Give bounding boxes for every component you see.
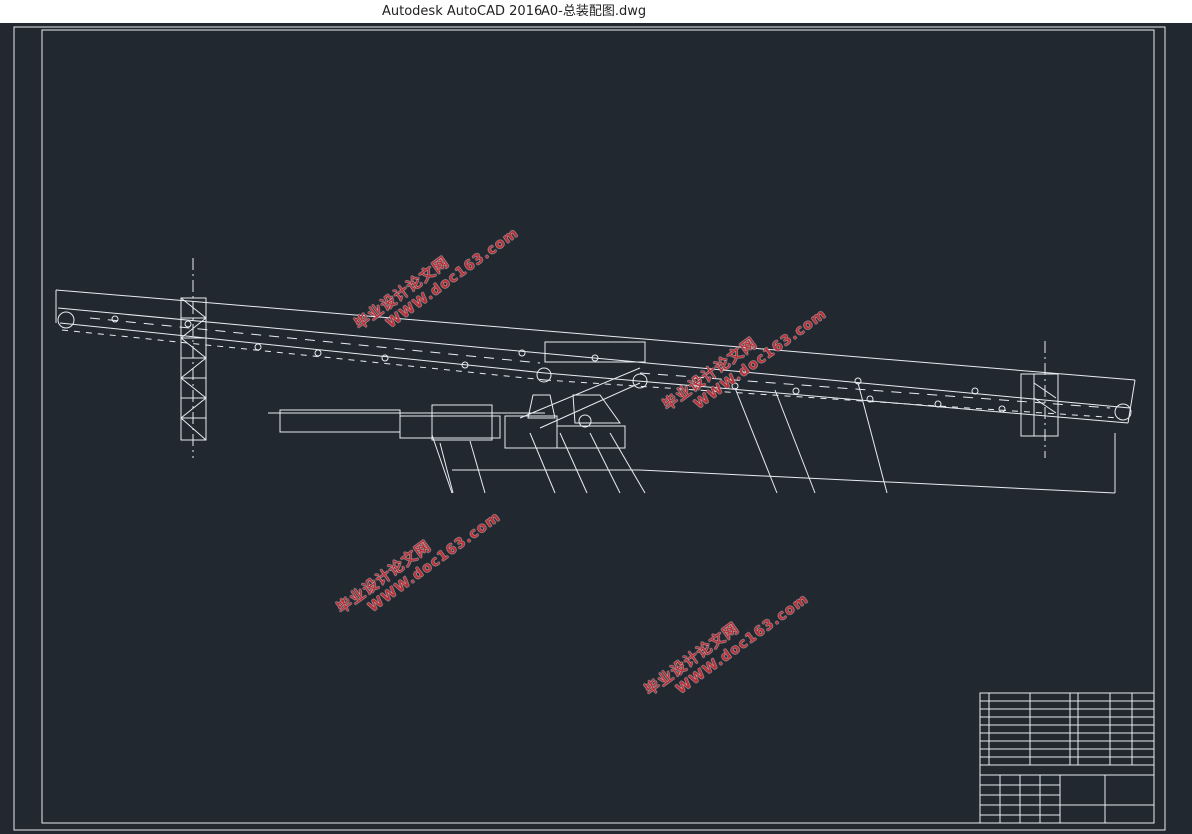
- title-block: [979, 692, 1155, 824]
- app-title: Autodesk AutoCAD 2016: [382, 4, 543, 19]
- left-support: [180, 258, 207, 458]
- outer-frame: [13, 26, 1166, 831]
- document-title: A0-总装配图.dwg: [541, 4, 647, 19]
- drawing-canvas[interactable]: 毕业设计论文网 WWW.doc163.com 毕业设计论文网 WWW.doc16…: [0, 23, 1192, 834]
- title-bar: Autodesk AutoCAD 2016 A0-总装配图.dwg: [0, 0, 1192, 23]
- idler-rollers: [111, 315, 1006, 413]
- cad-drawing: [13, 26, 1166, 831]
